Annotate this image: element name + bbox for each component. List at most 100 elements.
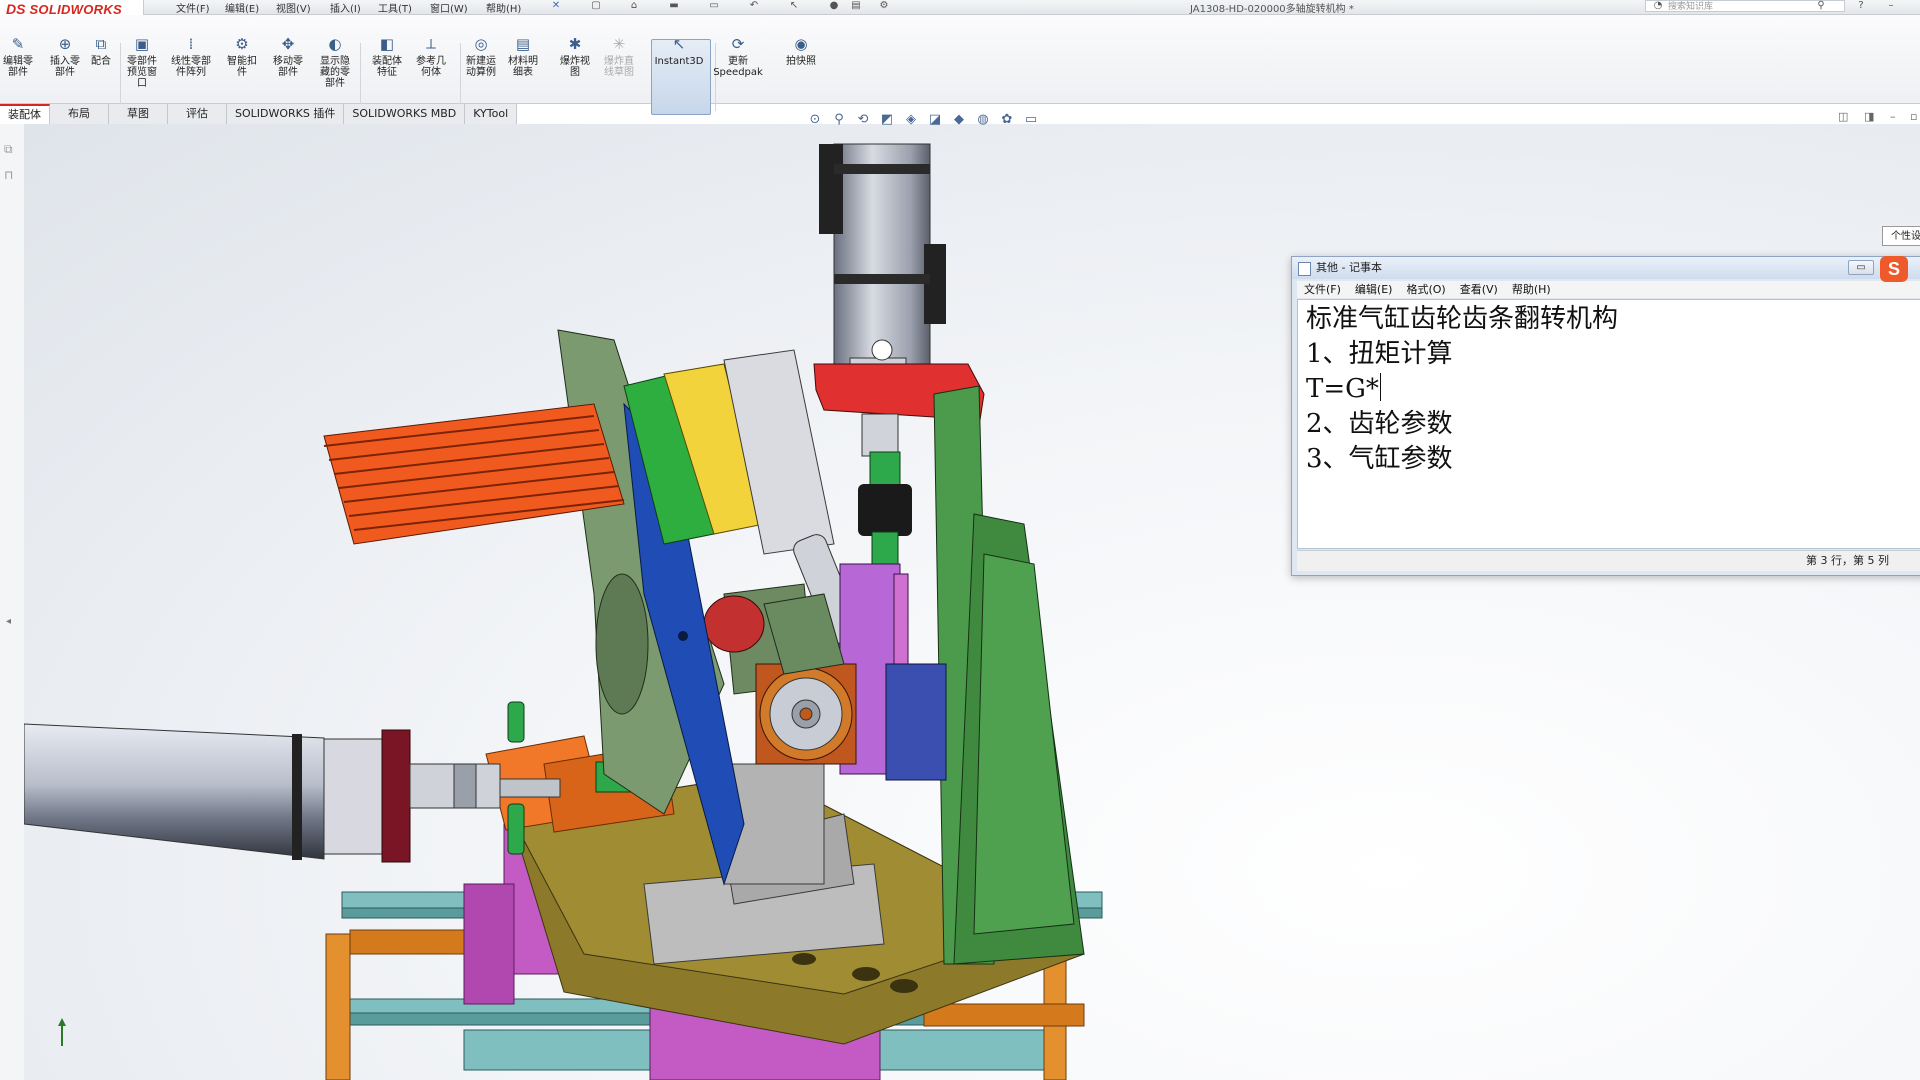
- ribbon-button-label: 零部件 预览窗 口: [127, 56, 157, 89]
- edit-component-icon: ✎: [11, 35, 25, 53]
- file-properties-icon[interactable]: ▤: [850, 1, 862, 11]
- open-icon[interactable]: ⌂: [628, 1, 640, 11]
- ribbon-button-label: 爆炸直 线草图: [604, 56, 634, 78]
- undo-icon[interactable]: ↶: [748, 1, 760, 11]
- ribbon-button-show-hidden[interactable]: ◐ 显示隐 藏的零 部件: [318, 35, 352, 89]
- notepad-line-3: T=G*: [1306, 374, 1379, 404]
- section-view-icon[interactable]: ◩: [878, 112, 896, 127]
- feature-tree-icon[interactable]: ⧉: [4, 142, 13, 157]
- ribbon-button-instant3d[interactable]: ↖ Instant3D: [654, 35, 704, 67]
- notepad-minimize-button[interactable]: ▭: [1848, 260, 1874, 275]
- left-pneumatic-cylinder: [24, 723, 561, 863]
- notepad-title-bar[interactable]: 其他 - 记事本: [1292, 257, 1920, 279]
- ribbon-button-assembly-feature[interactable]: ◧ 装配体 特征: [368, 35, 406, 78]
- bom-icon: ▤: [515, 35, 531, 53]
- ribbon-button-label: Instant3D: [654, 56, 704, 67]
- notepad-line-4: 2、齿轮参数: [1306, 409, 1453, 439]
- ribbon-button-speedpak[interactable]: ⟳ 更新 Speedpak: [712, 35, 764, 78]
- notepad-window[interactable]: 其他 - 记事本 ▭ 文件(F) 编辑(E) 格式(O) 查看(V) 帮助(H)…: [1291, 256, 1920, 576]
- tab-sketch[interactable]: 草图: [109, 104, 168, 124]
- notepad-menu-help[interactable]: 帮助(H): [1505, 281, 1558, 298]
- ribbon-button-linear-pattern[interactable]: ⁞ 线性零部 件阵列: [166, 35, 216, 78]
- new-document-icon[interactable]: ▢: [590, 1, 602, 11]
- ribbon-button-move-component[interactable]: ✥ 移动零 部件: [268, 35, 308, 78]
- notepad-status-bar: 第 3 行，第 5 列: [1297, 550, 1920, 571]
- ribbon-button-bom[interactable]: ▤ 材料明 细表: [504, 35, 542, 78]
- tab-assembly[interactable]: 装配体: [0, 104, 50, 124]
- pin-icon[interactable]: ✕: [550, 1, 562, 11]
- ribbon-button-label: 更新 Speedpak: [713, 56, 763, 78]
- triad-axis-icon: [58, 1018, 66, 1046]
- zoom-to-fit-icon[interactable]: ⊙: [806, 112, 824, 127]
- menu-insert[interactable]: 插入(I): [330, 0, 361, 15]
- viewport-restore-icon[interactable]: ▫: [1910, 110, 1917, 123]
- menu-window[interactable]: 窗口(W): [430, 0, 468, 15]
- ribbon-button-label: 拍快照: [786, 56, 816, 67]
- zoom-area-icon[interactable]: ⚲: [830, 112, 848, 127]
- notepad-menu-view[interactable]: 查看(V): [1453, 281, 1505, 298]
- rebuild-icon[interactable]: ●: [828, 1, 840, 11]
- ribbon-button-explode-line-sketch[interactable]: ✳ 爆炸直 线草图: [600, 35, 638, 78]
- panel-expand-handle-icon[interactable]: ◂: [6, 616, 11, 627]
- tab-evaluate[interactable]: 评估: [168, 104, 227, 124]
- ribbon-button-label: 智能扣 件: [227, 56, 257, 78]
- view-orientation-icon[interactable]: ◈: [902, 112, 920, 127]
- title-bar: DS SOLIDWORKS 文件(F) 编辑(E) 视图(V) 插入(I) 工具…: [0, 0, 1920, 18]
- display-style-icon[interactable]: ◪: [926, 112, 944, 127]
- minimize-app-icon[interactable]: –: [1885, 1, 1897, 11]
- previous-view-icon[interactable]: ⟲: [854, 112, 872, 127]
- document-title: JA1308-HD-020000多轴旋转机构 *: [1190, 4, 1354, 15]
- assembly-feature-icon: ◧: [379, 35, 395, 53]
- feature-manager-collapsed[interactable]: ⧉ ⊓ ◂: [0, 124, 25, 1080]
- ribbon-button-edit-component[interactable]: ✎ 编辑零 部件: [3, 35, 33, 78]
- viewport-split-icon[interactable]: ◨: [1864, 110, 1874, 123]
- command-manager-ribbon: ✎ 编辑零 部件 ⊕ 插入零 部件 ⧉ 配合 ▣ 零部件 预览窗 口 ⁞ 线性零部 件阵列 ⚙ 智能扣…: [0, 15, 1920, 115]
- notepad-menu-file[interactable]: 文件(F): [1297, 281, 1348, 298]
- search-user-icon: ◔: [1653, 0, 1663, 11]
- save-icon[interactable]: ▬: [668, 1, 680, 11]
- tab-layout[interactable]: 布局: [50, 104, 109, 124]
- viewport-minimize-icon[interactable]: –: [1890, 110, 1896, 123]
- menu-edit[interactable]: 编辑(E): [225, 0, 259, 15]
- apply-scene-icon[interactable]: ✿: [998, 112, 1016, 127]
- ribbon-button-label: 编辑零 部件: [3, 56, 33, 78]
- hide-show-items-icon[interactable]: ◆: [950, 112, 968, 127]
- notepad-line-3-container: T=G*: [1306, 372, 1920, 407]
- tab-kytool[interactable]: KYTool: [465, 104, 518, 124]
- ribbon-button-snapshot[interactable]: ◉ 拍快照: [782, 35, 820, 67]
- ribbon-button-preview-window[interactable]: ▣ 零部件 预览窗 口: [122, 35, 162, 89]
- tab-solidworks-addins[interactable]: SOLIDWORKS 插件: [227, 104, 345, 124]
- search-icon[interactable]: ⚲: [1815, 1, 1827, 11]
- ribbon-button-smart-fastener[interactable]: ⚙ 智能扣 件: [226, 35, 258, 78]
- ribbon-button-mate[interactable]: ⧉ 配合: [90, 35, 112, 67]
- select-icon[interactable]: ↖: [788, 1, 800, 11]
- tab-solidworks-mbd[interactable]: SOLIDWORKS MBD: [344, 104, 466, 124]
- notepad-menu-format[interactable]: 格式(O): [1399, 281, 1452, 298]
- notepad-menu-edit[interactable]: 编辑(E): [1348, 281, 1400, 298]
- ribbon-button-insert-component[interactable]: ⊕ 插入零 部件: [46, 35, 84, 78]
- ribbon-button-exploded-view[interactable]: ✱ 爆炸视 图: [556, 35, 594, 78]
- ribbon-button-reference-geometry[interactable]: ⟂ 参考几 何体: [412, 35, 450, 78]
- property-manager-icon[interactable]: ⊓: [4, 168, 13, 182]
- notepad-line-2: 1、扭矩计算: [1306, 339, 1453, 369]
- ribbon-button-label: 参考几 何体: [416, 56, 446, 78]
- exploded-view-icon: ✱: [568, 35, 582, 53]
- viewport-tile-icon[interactable]: ◫: [1838, 110, 1848, 123]
- menu-view[interactable]: 视图(V): [276, 0, 311, 15]
- menu-file[interactable]: 文件(F): [176, 0, 210, 15]
- command-tabs: 装配体 布局 草图 评估 SOLIDWORKS 插件 SOLIDWORKS MB…: [0, 104, 518, 124]
- menu-tools[interactable]: 工具(T): [378, 0, 412, 15]
- notepad-line-5: 3、气缸参数: [1306, 444, 1453, 474]
- ribbon-button-motion-study[interactable]: ◎ 新建运 动算例: [460, 35, 502, 78]
- notepad-title: 其他 - 记事本: [1316, 261, 1382, 274]
- view-settings-icon[interactable]: ▭: [1022, 112, 1040, 127]
- smart-fastener-icon: ⚙: [235, 35, 249, 53]
- notepad-text-area[interactable]: 标准气缸齿轮齿条翻转机构 1、扭矩计算 T=G* 2、齿轮参数 3、气缸参数: [1297, 299, 1920, 549]
- ribbon-separator: [120, 43, 121, 111]
- sogou-ime-icon[interactable]: S: [1880, 256, 1908, 282]
- edit-appearance-icon[interactable]: ◍: [974, 112, 992, 127]
- options-gear-icon[interactable]: ⚙: [878, 1, 890, 11]
- print-icon[interactable]: ▭: [708, 1, 720, 11]
- help-icon[interactable]: ?: [1855, 1, 1867, 11]
- menu-help[interactable]: 帮助(H): [486, 0, 521, 15]
